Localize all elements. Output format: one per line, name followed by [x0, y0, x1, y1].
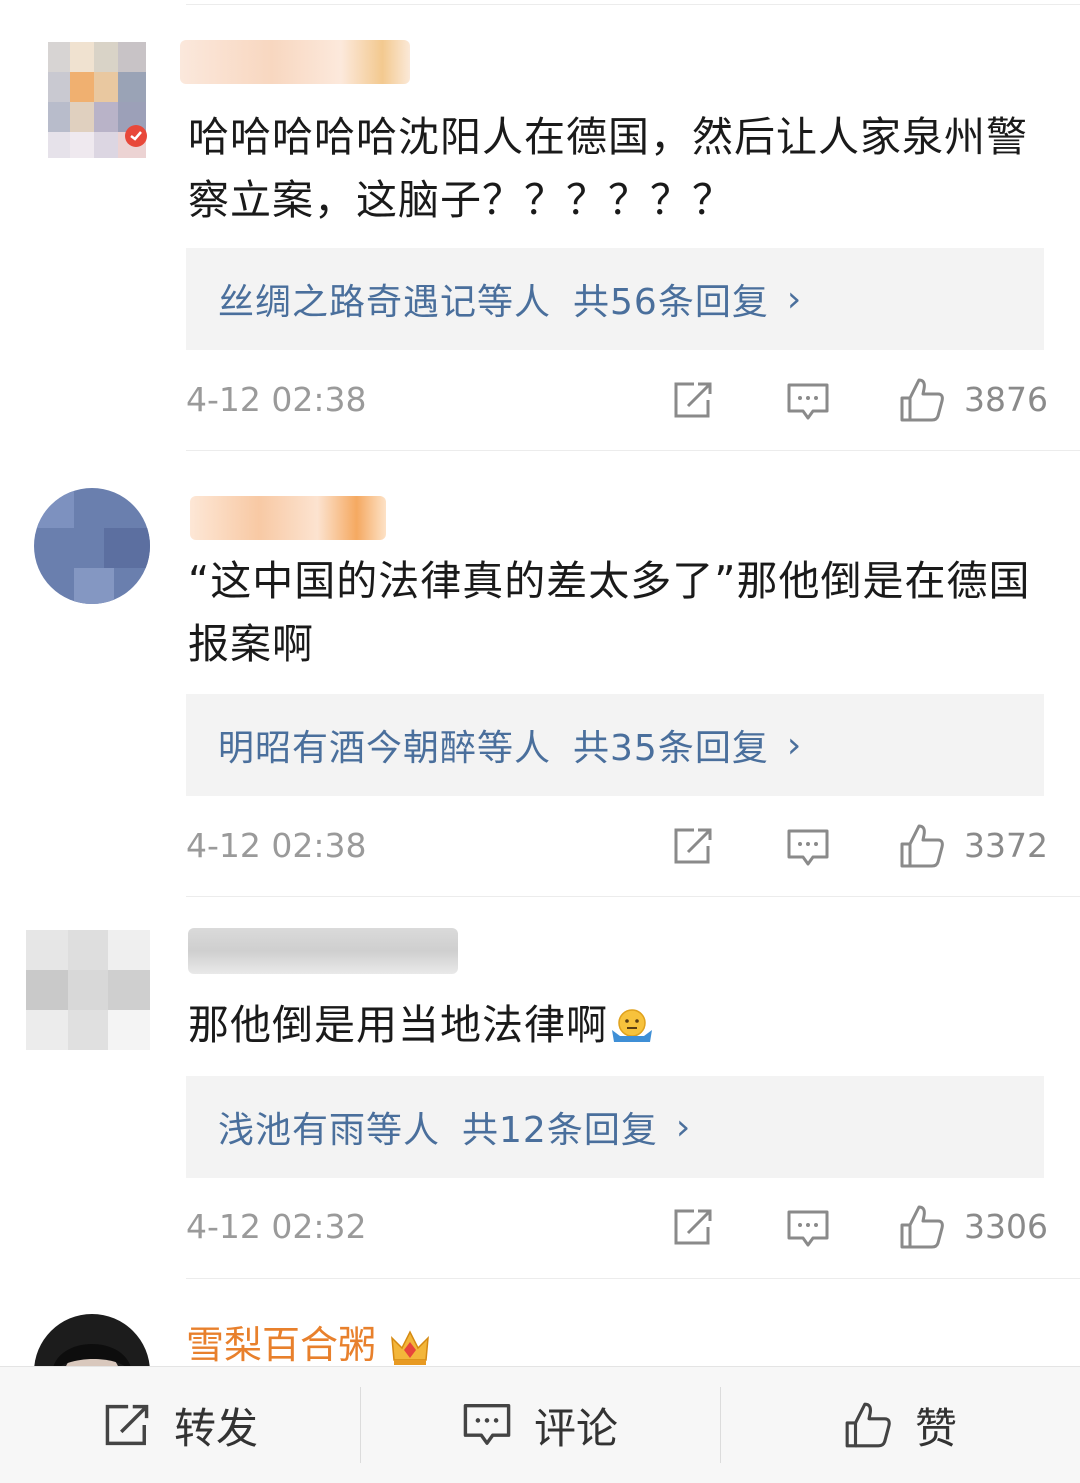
like-count: 3372	[964, 826, 1048, 865]
reply-etc: 等人	[477, 728, 552, 769]
comment-time: 4-12 02:38	[186, 380, 367, 419]
divider	[186, 4, 1080, 5]
like-icon[interactable]	[898, 1203, 946, 1251]
like-icon[interactable]	[898, 376, 946, 424]
reply-summary[interactable]: 丝绸之路奇遇记 等人 共56条回复 ›	[186, 248, 1044, 350]
avatar[interactable]	[26, 930, 150, 1050]
comment-label: 评论	[533, 1403, 618, 1453]
comment-icon[interactable]	[786, 382, 830, 422]
reply-count: 共35条回复	[573, 728, 769, 769]
comment-text-body: 那他倒是用当地法律啊	[188, 1001, 608, 1049]
like-label: 赞	[914, 1403, 957, 1453]
comment-text: 那他倒是用当地法律啊	[188, 994, 1048, 1057]
username-blurred[interactable]	[180, 40, 410, 84]
username-blurred[interactable]	[190, 496, 386, 540]
reply-summary[interactable]: 明昭有酒今朝醉 等人 共35条回复 ›	[186, 694, 1044, 796]
comment-icon[interactable]	[786, 828, 830, 868]
divider	[186, 1278, 1080, 1279]
verified-badge-icon	[125, 125, 147, 147]
reply-count: 共56条回复	[573, 282, 769, 323]
avatar[interactable]	[34, 488, 150, 604]
like-count: 3876	[964, 380, 1048, 419]
reply-names: 浅池有雨	[218, 1110, 367, 1151]
like-icon	[845, 1402, 891, 1448]
crown-badge-icon	[391, 1329, 430, 1365]
username-text: 雪梨百合粥	[186, 1323, 377, 1367]
share-icon	[105, 1404, 149, 1446]
like-count: 3306	[964, 1207, 1048, 1246]
chevron-right-icon: ›	[786, 724, 803, 766]
reply-etc: 等人	[366, 1110, 441, 1151]
reply-count: 共12条回复	[462, 1110, 658, 1151]
comment-meta: 4-12 02:32 3306	[186, 1201, 1048, 1257]
like-button[interactable]: 赞	[720, 1367, 1080, 1483]
username-blurred[interactable]	[188, 928, 458, 974]
divider	[186, 450, 1080, 451]
share-icon[interactable]	[672, 380, 714, 420]
username[interactable]: 雪梨百合粥	[186, 1314, 432, 1369]
comment-meta: 4-12 02:38 3876	[186, 374, 1048, 430]
comment-time: 4-12 02:32	[186, 1207, 367, 1246]
share-icon[interactable]	[672, 1207, 714, 1247]
comment-icon[interactable]	[786, 1209, 830, 1249]
repost-button[interactable]: 转发	[0, 1367, 360, 1483]
like-icon[interactable]	[898, 822, 946, 870]
comment-time: 4-12 02:38	[186, 826, 367, 865]
divider	[186, 896, 1080, 897]
bottom-action-bar: 转发 评论 赞	[0, 1366, 1080, 1483]
shrug-emoji-icon	[612, 1009, 652, 1042]
chevron-right-icon: ›	[675, 1106, 692, 1148]
reply-names: 明昭有酒今朝醉	[218, 728, 478, 769]
share-icon[interactable]	[672, 826, 714, 866]
comment-meta: 4-12 02:38 3372	[186, 820, 1048, 876]
comment-text: “这中国的法律真的差太多了”那他倒是在德国报案啊	[188, 557, 1031, 668]
comment-button[interactable]: 评论	[360, 1367, 720, 1483]
repost-label: 转发	[173, 1403, 258, 1453]
comment-icon	[463, 1403, 511, 1445]
comment-text: 哈哈哈哈哈沈阳人在德国，然后让人家泉州警察立案，这脑子？？？？？？	[188, 113, 1028, 224]
reply-names: 丝绸之路奇遇记	[218, 282, 478, 323]
reply-etc: 等人	[477, 282, 552, 323]
reply-summary[interactable]: 浅池有雨 等人 共12条回复 ›	[186, 1076, 1044, 1178]
chevron-right-icon: ›	[786, 278, 803, 320]
